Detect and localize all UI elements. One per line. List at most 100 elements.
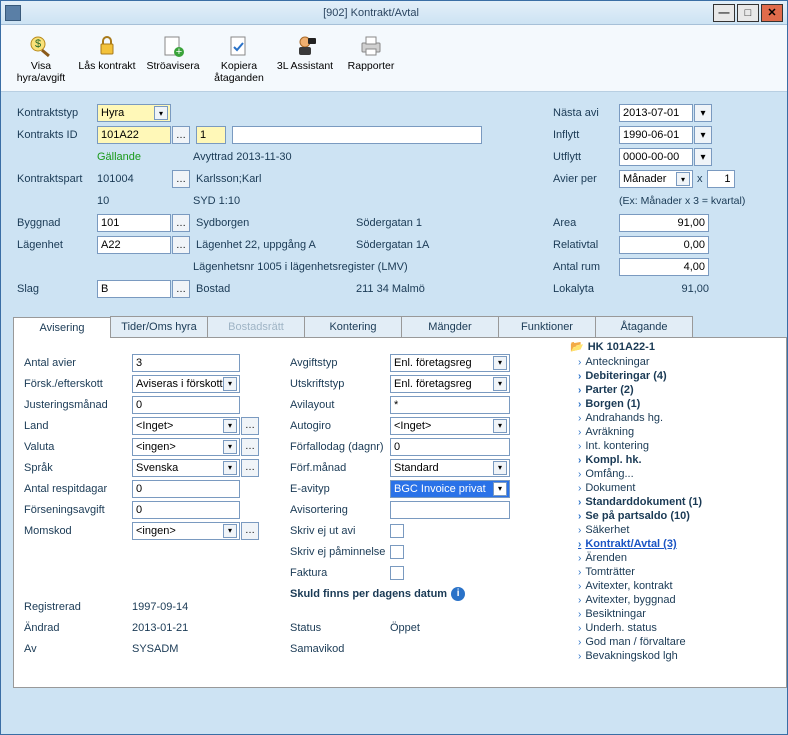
lookup-lagenhet-button[interactable]: … [172,236,190,254]
tree-item-label: Dokument [585,482,635,494]
utflytt-dd[interactable]: ▾ [694,148,712,166]
forsen-input[interactable] [132,501,240,519]
eavityp-select[interactable]: BGC Invoice privat▾ [390,480,510,498]
tab-atagande[interactable]: Åtagande [595,316,693,337]
nasta-avi-dd[interactable]: ▾ [694,104,712,122]
chevron-right-icon: › [578,539,581,550]
valuta-lookup[interactable]: … [241,438,259,456]
tb-las[interactable]: Lås kontrakt [75,29,139,89]
kontraktstyp-select[interactable]: Hyra▾ [97,104,171,122]
andrad-value: 2013-01-21 [132,622,188,634]
avier-mult-input[interactable] [707,170,735,188]
part-sub: 10 [97,195,193,207]
tree-item[interactable]: ›Ärenden [570,551,770,565]
tab-funktioner[interactable]: Funktioner [498,316,596,337]
lagenhet-input[interactable] [97,236,171,254]
avgiftstyp-select[interactable]: Enl. företagsreg▾ [390,354,510,372]
tree-item[interactable]: ›Bevakningskod lgh [570,649,770,663]
lookup-byggnad-button[interactable]: … [172,214,190,232]
tree-item[interactable]: ›Avitexter, kontrakt [570,579,770,593]
sprak-lookup[interactable]: … [241,459,259,477]
just-input[interactable] [132,396,240,414]
respit-input[interactable] [132,480,240,498]
inflytt-dd[interactable]: ▾ [694,126,712,144]
tree-item[interactable]: ›Debiteringar (4) [570,369,770,383]
tree-item[interactable]: ›Kompl. hk. [570,453,770,467]
relativtal-input[interactable] [619,236,709,254]
tb-assist[interactable]: 3L Assistant [273,29,337,89]
valuta-select[interactable]: <ingen>▾ [132,438,240,456]
tree-item[interactable]: ›Kontrakt/Avtal (3) [570,537,770,551]
inflytt-input[interactable] [619,126,693,144]
slag-input[interactable] [97,280,171,298]
byggnad-input[interactable] [97,214,171,232]
lookup-kontrakt-button[interactable]: … [172,126,190,144]
momskod-lookup[interactable]: … [241,522,259,540]
lookup-slag-button[interactable]: … [172,280,190,298]
lbl-avisort: Avisortering [290,504,390,516]
tree-item[interactable]: ›Besiktningar [570,607,770,621]
tree-item[interactable]: ›Se på partsaldo (10) [570,509,770,523]
tree-item[interactable]: ›Dokument [570,481,770,495]
tb-kopiera[interactable]: Kopiera åtaganden [207,29,271,89]
faktura-checkbox[interactable] [390,566,404,580]
utskriftstyp-select[interactable]: Enl. företagsreg▾ [390,375,510,393]
sprak-select[interactable]: Svenska▾ [132,459,240,477]
forfallodag-input[interactable] [390,438,510,456]
chevron-right-icon: › [578,497,581,508]
momskod-select[interactable]: <ingen>▾ [132,522,240,540]
nasta-avi-input[interactable] [619,104,693,122]
avilayout-input[interactable] [390,396,510,414]
tab-kontering[interactable]: Kontering [304,316,402,337]
utflytt-input[interactable] [619,148,693,166]
tree-item[interactable]: ›Parter (2) [570,383,770,397]
forfmanad-select[interactable]: Standard▾ [390,459,510,477]
tree-item[interactable]: ›Standarddokument (1) [570,495,770,509]
forsk-select[interactable]: Aviseras i förskott▾ [132,375,240,393]
tree-item[interactable]: ›Säkerhet [570,523,770,537]
lbl-utflytt: Utflytt [553,151,619,163]
lookup-part-button[interactable]: … [172,170,190,188]
skrivavi-checkbox[interactable] [390,524,404,538]
tree-item[interactable]: ›Borgen (1) [570,397,770,411]
status-value: Öppet [390,622,420,634]
kontrakts-seq-input[interactable] [196,126,226,144]
tree-item[interactable]: ›God man / förvaltare [570,635,770,649]
maximize-button[interactable]: □ [737,4,759,22]
antal-rum-input[interactable] [619,258,709,276]
skuld-text: Skuld finns per dagens datum [290,588,447,600]
kontrakts-id-input[interactable] [97,126,171,144]
land-lookup[interactable]: … [241,417,259,435]
info-icon[interactable]: i [451,587,465,601]
tab-tider[interactable]: Tider/Oms hyra [110,316,208,337]
tree-item[interactable]: ›Anteckningar [570,355,770,369]
tree-root[interactable]: 📂 HK 101A22-1 [570,340,770,353]
tab-mangder[interactable]: Mängder [401,316,499,337]
antal-avier-input[interactable] [132,354,240,372]
tb-visa[interactable]: $ Visa hyra/avgift [9,29,73,89]
skrivpam-checkbox[interactable] [390,545,404,559]
close-button[interactable]: ✕ [761,4,783,22]
tree-item[interactable]: ›Avitexter, byggnad [570,593,770,607]
byggnad-addr: Södergatan 1 [356,217,422,229]
minimize-button[interactable]: — [713,4,735,22]
tree-item[interactable]: ›Omfång... [570,467,770,481]
autogiro-select[interactable]: <Inget>▾ [390,417,510,435]
tab-avisering[interactable]: Avisering [13,317,111,338]
chevron-down-icon: ▾ [154,106,168,120]
avier-per-select[interactable]: Månader▾ [619,170,693,188]
lbl-autogiro: Autogiro [290,420,390,432]
tree-item[interactable]: ›Avräkning [570,425,770,439]
avisort-input[interactable] [390,501,510,519]
kontrakts-desc-input[interactable] [232,126,482,144]
svg-text:$: $ [35,38,41,50]
tree-item[interactable]: ›Int. kontering [570,439,770,453]
tree-item[interactable]: ›Underh. status [570,621,770,635]
system-menu-icon[interactable] [5,5,21,21]
tree-item[interactable]: ›Tomträtter [570,565,770,579]
tb-stro[interactable]: + Ströavisera [141,29,205,89]
area-input[interactable] [619,214,709,232]
tree-item[interactable]: ›Andrahands hg. [570,411,770,425]
tb-rapporter[interactable]: Rapporter [339,29,403,89]
land-select[interactable]: <Inget>▾ [132,417,240,435]
